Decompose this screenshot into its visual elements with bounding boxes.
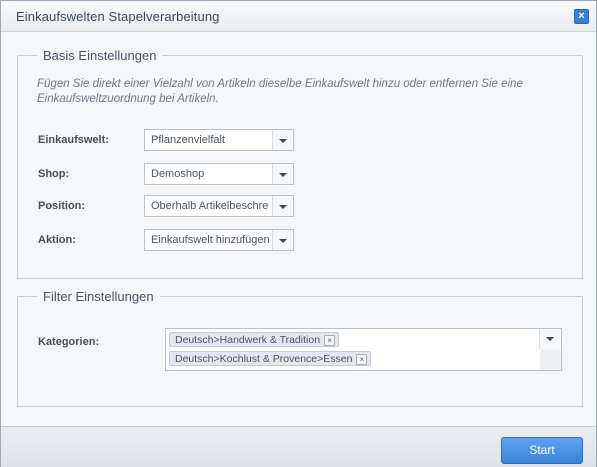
shopping-world-value: Pflanzenvielfalt bbox=[151, 134, 225, 146]
categories-multiselect[interactable]: Deutsch>Handwerk & Tradition × Deutsch>K… bbox=[165, 328, 562, 371]
categories-chip-area[interactable]: Deutsch>Handwerk & Tradition × Deutsch>K… bbox=[166, 329, 540, 370]
filter-settings-legend: Filter Einstellungen bbox=[43, 289, 154, 304]
batch-dialog: Einkaufswelten Stapelverarbeitung × Basi… bbox=[0, 0, 597, 467]
close-icon[interactable]: × bbox=[574, 9, 589, 24]
shopping-world-select[interactable]: Pflanzenvielfalt bbox=[144, 129, 294, 151]
categories-label: Kategorien: bbox=[38, 336, 100, 348]
chevron-down-icon[interactable] bbox=[539, 329, 561, 349]
remove-chip-icon[interactable]: × bbox=[356, 354, 368, 365]
chevron-down-icon[interactable] bbox=[272, 230, 293, 250]
shopping-world-label: Einkaufswelt: bbox=[38, 134, 109, 146]
window-title: Einkaufswelten Stapelverarbeitung bbox=[16, 9, 220, 24]
action-label: Aktion: bbox=[38, 234, 76, 246]
chevron-down-icon[interactable] bbox=[272, 164, 293, 184]
category-chip-label: Deutsch>Handwerk & Tradition bbox=[175, 334, 321, 346]
action-value: Einkaufswelt hinzufügen bbox=[151, 234, 269, 246]
shop-value: Demoshop bbox=[151, 168, 205, 180]
start-button[interactable]: Start bbox=[501, 437, 583, 464]
basis-settings-legend: Basis Einstellungen bbox=[43, 48, 157, 63]
category-chip-label: Deutsch>Kochlust & Provence>Essen bbox=[175, 353, 353, 365]
category-chip: Deutsch>Kochlust & Provence>Essen × bbox=[169, 351, 372, 366]
basis-hint-text: Fügen Sie direkt einer Vielzahl von Arti… bbox=[37, 78, 523, 105]
remove-chip-icon[interactable]: × bbox=[324, 335, 336, 346]
chevron-down-icon[interactable] bbox=[272, 196, 293, 216]
chevron-down-icon[interactable] bbox=[272, 130, 293, 150]
shop-select[interactable]: Demoshop bbox=[144, 163, 294, 185]
category-chip: Deutsch>Handwerk & Tradition × bbox=[169, 332, 340, 347]
position-value: Oberhalb Artikelbeschreibung bbox=[151, 200, 269, 212]
dialog-content: Basis Einstellungen Fügen Sie direkt ein… bbox=[1, 32, 596, 426]
titlebar: Einkaufswelten Stapelverarbeitung × bbox=[1, 1, 596, 32]
action-select[interactable]: Einkaufswelt hinzufügen bbox=[144, 229, 294, 251]
dialog-footer: Start bbox=[1, 426, 596, 467]
position-select[interactable]: Oberhalb Artikelbeschreibung bbox=[144, 195, 294, 217]
shop-label: Shop: bbox=[38, 168, 70, 180]
position-label: Position: bbox=[38, 200, 86, 212]
